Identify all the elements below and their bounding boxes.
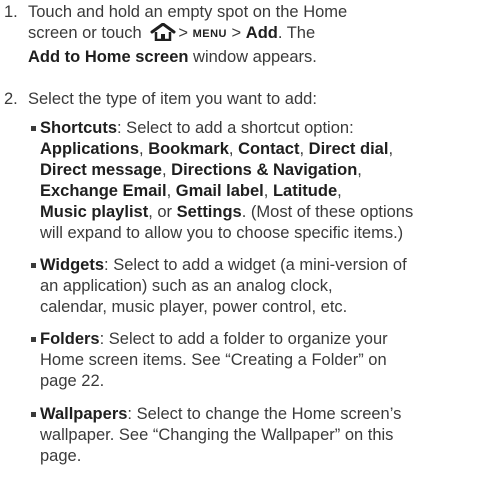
separator: , (263, 182, 273, 200)
shortcuts-label: Shortcuts (40, 119, 118, 137)
wallpapers-line-2: wallpaper. See “Changing the Wallpaper” … (40, 426, 394, 444)
step-1: 1. Touch and hold an empty spot on the H… (0, 2, 490, 68)
widgets-label: Widgets (40, 256, 105, 274)
shortcuts-text: . (Most of these options (241, 203, 414, 221)
option: Gmail label (175, 182, 264, 200)
step-1-line-2: screen or touch > MENU > Add. The (28, 22, 490, 47)
option: Applications (40, 140, 140, 158)
widgets-line-3: calendar, music player, power control, e… (40, 298, 348, 316)
step-1-body: Touch and hold an empty spot on the Home… (28, 2, 490, 68)
separator: , (228, 140, 239, 158)
step-1-text: window appears. (188, 48, 317, 66)
wallpapers-label: Wallpapers (40, 405, 128, 423)
shortcuts-line-6: will expand to allow you to choose speci… (40, 224, 404, 242)
menu-key: MENU (192, 28, 227, 40)
option: Direct message (40, 161, 162, 179)
option: Directions & Navigation (171, 161, 358, 179)
option: Latitude (272, 182, 338, 200)
gt-separator: > (178, 24, 188, 42)
wallpapers-item: Wallpapers: Select to change the Home sc… (28, 404, 488, 467)
widgets-text: : Select to add a widget (a mini-version… (104, 256, 407, 274)
widgets-item: Widgets: Select to add a widget (a mini-… (28, 255, 488, 318)
separator: , (357, 161, 362, 179)
option: Settings (176, 203, 242, 221)
folders-line-1: Folders: Select to add a folder to organ… (40, 329, 488, 350)
step-1-line-1: Touch and hold an empty spot on the Home (28, 3, 348, 21)
folders-item: Folders: Select to add a folder to organ… (28, 329, 488, 392)
shortcuts-line-4: Exchange Email, Gmail label, Latitude, (40, 181, 488, 202)
home-icon (150, 22, 176, 47)
step-1-number: 1. (4, 3, 18, 21)
shortcuts-line-1: Shortcuts: Select to add a shortcut opti… (40, 118, 488, 139)
separator: , (162, 161, 172, 179)
add-label: Add (245, 24, 278, 42)
wallpapers-line-1: Wallpapers: Select to change the Home sc… (40, 404, 488, 425)
folders-line-3: page 22. (40, 372, 105, 390)
square-bullet-icon (31, 126, 36, 131)
step-2-text: Select the type of item you want to add: (28, 90, 317, 108)
instruction-page: 1. Touch and hold an empty spot on the H… (0, 0, 490, 496)
folders-label: Folders (40, 330, 100, 348)
window-name: Add to Home screen (28, 48, 189, 66)
widgets-line-2: an application) such as an analog clock, (40, 277, 333, 295)
widgets-line-1: Widgets: Select to add a widget (a mini-… (40, 255, 488, 276)
step-2: 2. Select the type of item you want to a… (0, 89, 490, 110)
step-1-line-3: Add to Home screen window appears. (28, 47, 490, 68)
shortcuts-text: : Select to add a shortcut option: (117, 119, 354, 137)
separator: , (139, 140, 149, 158)
shortcuts-line-2: Applications, Bookmark, Contact, Direct … (40, 139, 488, 160)
separator: , or (148, 203, 177, 221)
separator: , (299, 140, 309, 158)
square-bullet-icon (31, 412, 36, 417)
separator: , (337, 182, 342, 200)
option: Direct dial (308, 140, 389, 158)
option: Music playlist (40, 203, 149, 221)
shortcuts-item: Shortcuts: Select to add a shortcut opti… (28, 118, 488, 244)
separator: , (388, 140, 394, 158)
step-2-number: 2. (4, 90, 18, 108)
option: Contact (238, 140, 300, 158)
option: Bookmark (148, 140, 229, 158)
folders-line-2: Home screen items. See “Creating a Folde… (40, 351, 387, 369)
shortcuts-line-5: Music playlist, or Settings. (Most of th… (40, 202, 488, 223)
square-bullet-icon (31, 337, 36, 342)
step-1-text: . The (277, 24, 316, 42)
step-1-text: screen or touch (28, 24, 142, 42)
gt-separator: > (231, 24, 242, 42)
square-bullet-icon (31, 263, 36, 268)
wallpapers-text: : Select to change the Home screen’s (127, 405, 402, 423)
wallpapers-line-3: page. (40, 447, 82, 465)
shortcuts-line-3: Direct message, Directions & Navigation, (40, 160, 488, 181)
option: Exchange Email (40, 182, 167, 200)
separator: , (166, 182, 176, 200)
folders-text: : Select to add a folder to organize you… (99, 330, 388, 348)
